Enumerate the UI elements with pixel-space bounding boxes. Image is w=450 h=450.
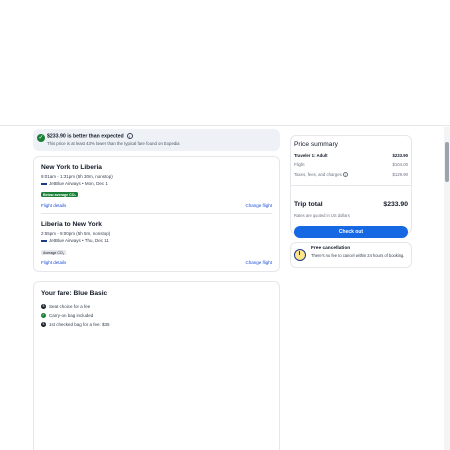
clock-icon <box>294 249 306 261</box>
info-icon[interactable]: i <box>342 172 348 178</box>
price-summary-title: Price summary <box>294 141 338 148</box>
banner-title: $233.90 is better than expected i <box>47 133 133 139</box>
change-flight-link[interactable]: Change flight <box>245 203 272 208</box>
check-icon: ✓ <box>41 313 46 319</box>
dollar-icon: $ <box>41 322 46 328</box>
check-out-button[interactable]: Check out <box>294 226 408 238</box>
airline-logo-icon <box>41 240 47 242</box>
check-icon: ✓ <box>37 134 45 142</box>
scrollbar[interactable] <box>444 127 450 450</box>
outbound-airline: JetBlue Airways • Mon, Dec 1 <box>41 181 108 186</box>
scroll-thumb[interactable] <box>445 142 449 182</box>
trip-total: Trip total $233.90 <box>294 201 408 208</box>
return-route: Liberia to New York <box>41 221 102 228</box>
price-insight-banner: ✓ $233.90 is better than expected i This … <box>33 129 280 151</box>
flight-details-link[interactable]: Flight details <box>41 260 66 265</box>
checkout-page: ✓ $233.90 is better than expected i This … <box>0 127 444 450</box>
traveler-row: Traveler 1: Adult $233.90 <box>294 153 408 158</box>
info-icon[interactable]: i <box>126 133 133 139</box>
fare-card: Your fare: Blue Basic $ Seat choice for a… <box>33 281 280 450</box>
divider <box>291 185 411 186</box>
outbound-times: 9:01am - 1:31pm (5h 30m, nonstop) <box>41 174 113 179</box>
top-blank-area <box>0 0 450 126</box>
fare-feature: $1st checked bag for a fee: $35 <box>41 322 110 328</box>
fare-title: Your fare: Blue Basic <box>41 290 108 297</box>
fare-feature: ✓ Carry-on bag included <box>41 313 94 319</box>
flight-row: Flight $104.00 <box>294 162 408 167</box>
change-flight-link[interactable]: Change flight <box>245 260 272 265</box>
fare-feature: $ Seat choice for a fee <box>41 304 91 310</box>
dollar-icon: $ <box>41 304 46 310</box>
airline-logo-icon <box>41 183 47 185</box>
currency-note: Rates are quoted in US dollars <box>294 213 350 218</box>
flights-card: New York to Liberia 9:01am - 1:31pm (5h … <box>33 156 280 272</box>
return-airline: JetBlue Airways • Thu, Dec 11 <box>41 238 109 243</box>
cancellation-subtitle: There's no fee to cancel within 24 hours… <box>311 253 405 258</box>
divider <box>41 213 272 214</box>
co2-badge: Below average CO₂ <box>41 192 79 197</box>
cancellation-title: Free cancellation <box>311 246 351 251</box>
free-cancellation-card: Free cancellation There's no fee to canc… <box>290 242 412 268</box>
co2-badge: Average CO₂ <box>41 250 67 255</box>
banner-subtitle: This price is at least 43% lower than th… <box>47 141 180 146</box>
flight-details-link[interactable]: Flight details <box>41 203 66 208</box>
taxes-row: Taxes, fees, and charges i $129.90 <box>294 172 408 178</box>
outbound-route: New York to Liberia <box>41 164 102 171</box>
price-summary-card: Price summary Traveler 1: Adult $233.90 F… <box>290 135 412 238</box>
return-times: 2:55pm - 9:00pm (5h 5m, nonstop) <box>41 231 111 236</box>
